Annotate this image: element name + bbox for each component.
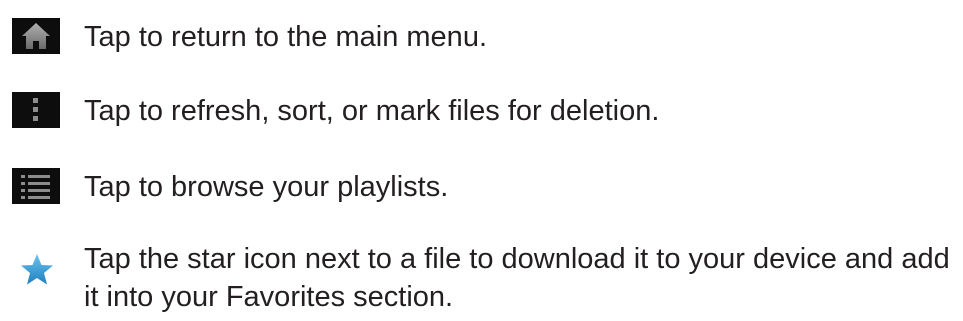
favorites-instruction-text: Tap the star icon next to a file to down… [84, 240, 963, 316]
favorites-instruction-line-1: Tap the star icon next to a file to down… [84, 243, 950, 275]
star-icon [14, 246, 60, 292]
favorites-instruction-line-2: it into your Favorites section. [84, 281, 454, 313]
menu-instruction-text: Tap to refresh, sort, or mark files for … [84, 95, 660, 127]
playlists-instruction-text: Tap to browse your playlists. [84, 171, 449, 203]
list-icon [12, 168, 60, 204]
home-instruction-text: Tap to return to the main menu. [84, 21, 487, 53]
overflow-menu-icon [12, 92, 60, 128]
home-icon [12, 18, 60, 54]
